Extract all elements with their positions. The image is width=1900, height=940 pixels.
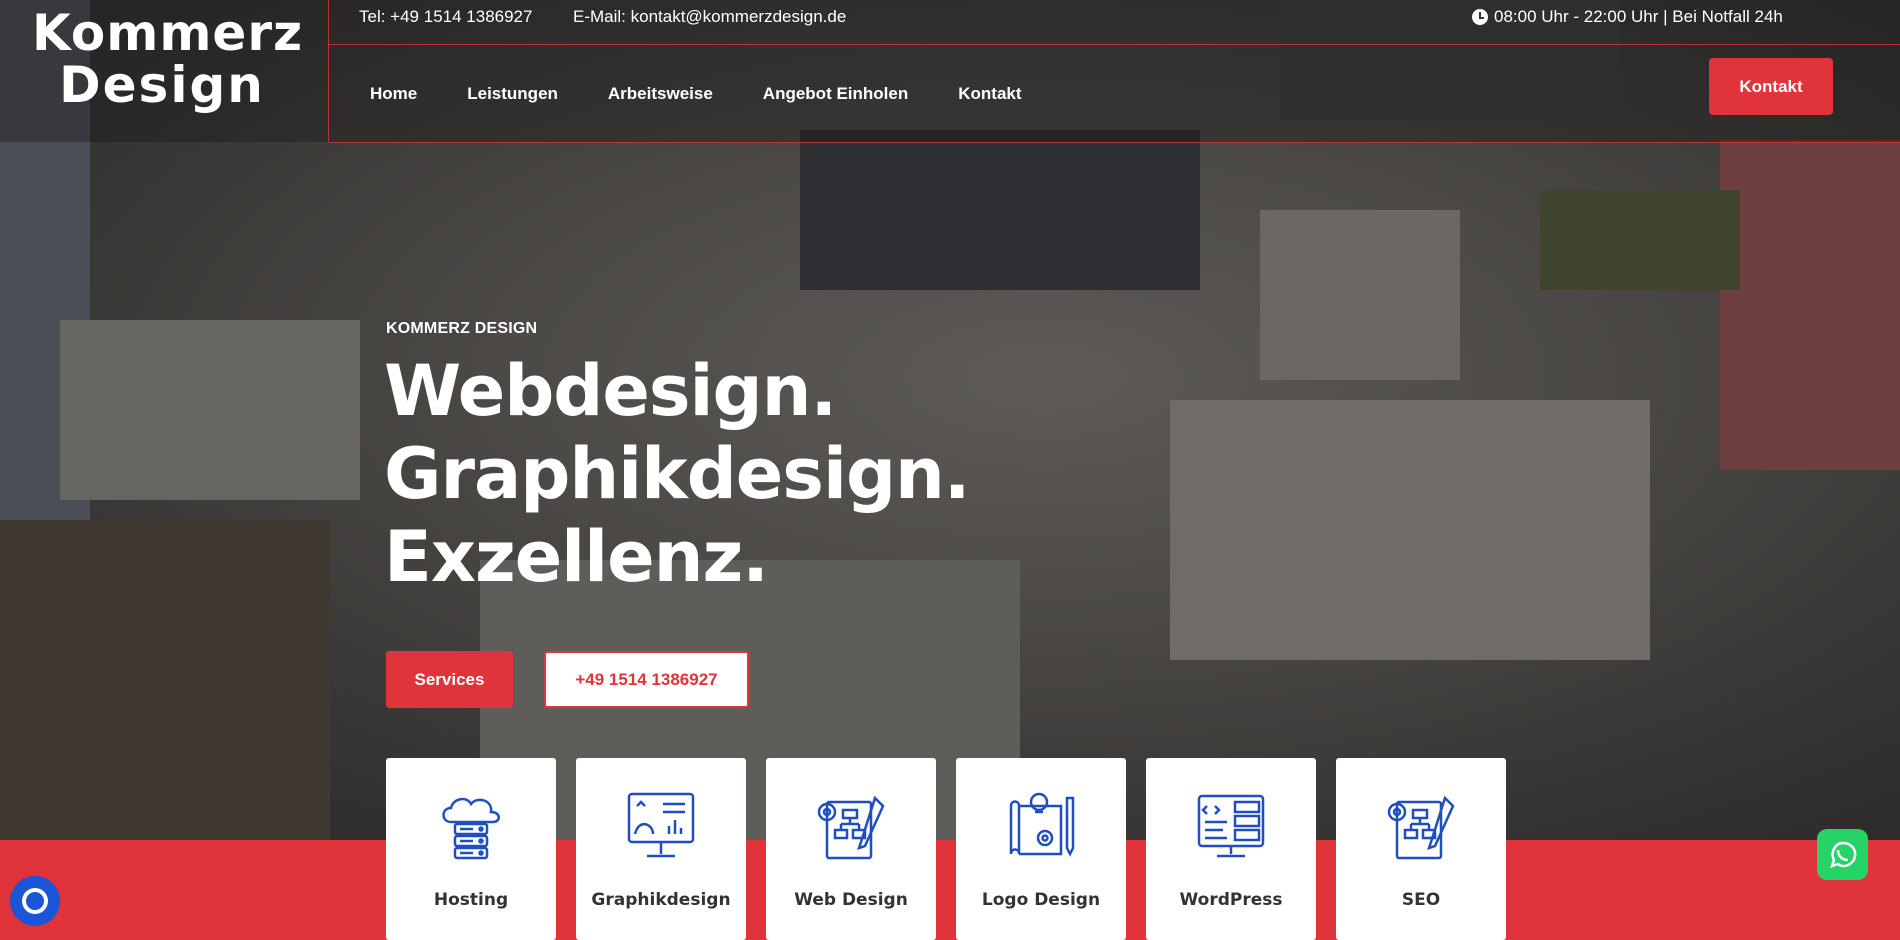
cookie-gear-icon	[22, 888, 48, 914]
service-label: SEO	[1401, 890, 1441, 910]
nav-menu: Home Leistungen Arbeitsweise Angebot Ein…	[329, 45, 1031, 142]
service-cards: Hosting Graphikdesign Web Design Logo De…	[386, 758, 1506, 940]
headline-line-3: Exzellenz.	[384, 516, 769, 598]
headline-line-2: Graphikdesign.	[384, 433, 970, 515]
service-label: Web Design	[794, 890, 908, 910]
service-card-graphikdesign[interactable]: Graphikdesign	[576, 758, 746, 940]
clock-icon	[1472, 9, 1488, 25]
call-phone-button[interactable]: +49 1514 1386927	[544, 651, 749, 708]
code-server-icon	[1197, 794, 1265, 858]
logo-text-line1: Kommerz	[32, 4, 304, 62]
service-card-web-design[interactable]: Web Design	[766, 758, 936, 940]
hero-eyebrow: KOMMERZ DESIGN	[386, 320, 538, 337]
cookie-settings-button[interactable]	[10, 876, 60, 926]
whatsapp-icon	[1829, 841, 1856, 868]
headline-line-1: Webdesign.	[384, 350, 837, 432]
sitemap-gear-icon	[1387, 795, 1455, 860]
logo-text-line2: Design	[59, 56, 265, 114]
nav-item-home[interactable]: Home	[370, 84, 417, 104]
nav-item-leistungen[interactable]: Leistungen	[467, 84, 558, 104]
service-card-wordpress[interactable]: WordPress	[1146, 758, 1316, 940]
service-label: WordPress	[1179, 890, 1283, 910]
opening-hours-text: 08:00 Uhr - 22:00 Uhr | Bei Notfall 24h	[1494, 7, 1783, 26]
nav-item-angebot-einholen[interactable]: Angebot Einholen	[763, 84, 908, 104]
service-card-logo-design[interactable]: Logo Design	[956, 758, 1126, 940]
whatsapp-button[interactable]	[1817, 829, 1868, 880]
opening-hours: 08:00 Uhr - 22:00 Uhr | Bei Notfall 24h	[1472, 7, 1783, 27]
hero-headline: Webdesign. Graphikdesign. Exzellenz.	[384, 350, 970, 599]
nav-item-kontakt[interactable]: Kontakt	[958, 84, 1021, 104]
server-cloud-icon	[442, 797, 500, 860]
main-navigation: Home Leistungen Arbeitsweise Angebot Ein…	[329, 45, 1900, 143]
logo-area: Kommerz Design	[0, 0, 329, 142]
sitemap-gear-icon	[817, 795, 885, 860]
services-button[interactable]: Services	[386, 651, 513, 708]
phone-link[interactable]: Tel: +49 1514 1386927	[359, 7, 532, 27]
top-info-bar: Tel: +49 1514 1386927 E-Mail: kontakt@ko…	[329, 0, 1900, 45]
brand-logo[interactable]: Kommerz Design	[32, 4, 304, 126]
monitor-design-icon	[627, 792, 695, 858]
service-label: Hosting	[433, 890, 509, 910]
service-card-seo[interactable]: SEO	[1336, 758, 1506, 940]
email-link[interactable]: E-Mail: kontakt@kommerzdesign.de	[573, 7, 846, 27]
kontakt-button[interactable]: Kontakt	[1709, 58, 1833, 115]
service-label: Logo Design	[981, 890, 1101, 910]
blueprint-idea-icon	[1009, 792, 1075, 857]
nav-item-arbeitsweise[interactable]: Arbeitsweise	[608, 84, 713, 104]
service-label: Graphikdesign	[591, 890, 731, 910]
service-card-hosting[interactable]: Hosting	[386, 758, 556, 940]
